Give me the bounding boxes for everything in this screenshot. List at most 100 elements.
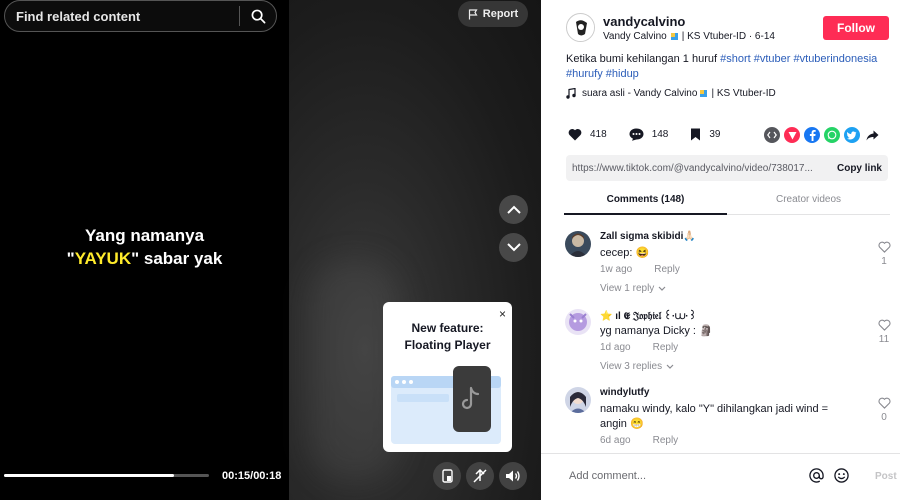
- share-buttons: [764, 127, 880, 143]
- search-button[interactable]: [240, 0, 276, 32]
- search-icon: [251, 9, 265, 23]
- popup-title-line-2: Floating Player: [404, 338, 491, 352]
- report-button[interactable]: Report: [458, 1, 528, 27]
- music-suffix: | KS Vtuber-ID: [711, 88, 776, 99]
- auto-scroll-button[interactable]: [466, 462, 494, 490]
- emoji-icon[interactable]: [834, 468, 849, 483]
- embed-code-icon: [767, 131, 777, 139]
- hashtag-link[interactable]: #short: [720, 53, 751, 65]
- comment-composer: Add comment... Post: [541, 453, 900, 500]
- share-link-url[interactable]: https://www.tiktok.com/@vandycalvino/vid…: [566, 163, 831, 174]
- popup-close-button[interactable]: ×: [499, 308, 506, 320]
- send-to-friends-button[interactable]: [784, 127, 800, 143]
- comment-item: Zall sigma skibidi🙏🏻 cecep: 😆 1w ago Rep…: [565, 231, 895, 301]
- author-subtitle: Vandy Calvino | KS Vtuber-ID · 6-14: [603, 31, 775, 42]
- floating-player-button[interactable]: [433, 462, 461, 490]
- caption-quote-open: ": [66, 249, 75, 268]
- comment-time: 1d ago: [600, 342, 631, 353]
- volume-button[interactable]: [499, 462, 527, 490]
- like-action[interactable]: 418: [568, 128, 607, 141]
- commenter-name[interactable]: Zall sigma skibidi🙏🏻: [600, 231, 696, 242]
- embed-button[interactable]: [764, 127, 780, 143]
- caption-rest: sabar yak: [139, 249, 223, 268]
- progress-bar[interactable]: [4, 474, 209, 477]
- previous-video-button[interactable]: [499, 195, 528, 224]
- video-caption: Yang namanya "YAYUK" sabar yak: [0, 224, 289, 270]
- more-share-button[interactable]: [864, 127, 880, 143]
- whatsapp-icon: [827, 130, 837, 140]
- chevron-down-icon: [506, 243, 521, 252]
- search-box[interactable]: Find related content: [4, 0, 277, 32]
- share-arrow-icon: [866, 130, 878, 140]
- commenter-avatar[interactable]: [565, 231, 591, 257]
- next-video-button[interactable]: [499, 233, 528, 262]
- video-pane: Find related content Yang namanya "YAYUK…: [0, 0, 541, 500]
- heart-icon: [568, 129, 582, 141]
- flag-icon: [468, 8, 478, 19]
- hashtag-link[interactable]: #hurufy: [566, 68, 603, 80]
- author-sub-rest: | KS Vtuber-ID · 6-14: [681, 31, 775, 42]
- comment-like-button[interactable]: 0: [875, 397, 893, 423]
- comment-action[interactable]: 148: [629, 128, 668, 141]
- panel-tabs: Comments (148) Creator videos: [564, 190, 890, 215]
- post-comment-button[interactable]: Post: [875, 471, 897, 482]
- music-title: suara asli - Vandy Calvino: [582, 88, 698, 99]
- caption-line-1: Yang namanya: [84, 226, 205, 245]
- save-count: 39: [709, 129, 721, 140]
- caption-highlight: YAYUK: [74, 249, 132, 268]
- comment-text: namaku windy, kalo "Y" dihilangkan jadi …: [600, 403, 829, 430]
- comment-meta: 1w ago Reply: [600, 264, 680, 275]
- mention-icon[interactable]: [809, 468, 824, 483]
- share-facebook-button[interactable]: [804, 127, 820, 143]
- author-handle[interactable]: vandycalvino: [603, 14, 685, 29]
- commenter-avatar[interactable]: [565, 387, 591, 413]
- music-link[interactable]: suara asli - Vandy Calvino | KS Vtuber-I…: [566, 88, 776, 99]
- follow-button[interactable]: Follow: [823, 16, 889, 40]
- cube-emoji-icon: [670, 33, 678, 40]
- author-avatar-image: [567, 14, 594, 41]
- heart-outline-icon: [877, 241, 891, 253]
- view-replies-button[interactable]: View 3 replies: [600, 361, 674, 372]
- like-count: 418: [590, 129, 607, 140]
- share-twitter-button[interactable]: [844, 127, 860, 143]
- cube-emoji-icon: [700, 90, 708, 97]
- video-description: Ketika bumi kehilangan 1 huruf #short #v…: [566, 52, 886, 82]
- share-whatsapp-button[interactable]: [824, 127, 840, 143]
- popup-title: New feature: Floating Player: [383, 320, 512, 354]
- comment-input[interactable]: Add comment...: [569, 470, 646, 482]
- floating-player-icon: [441, 469, 453, 483]
- heart-outline-icon: [877, 397, 891, 409]
- view-replies-label: View 1 reply: [600, 283, 655, 294]
- tab-creator-videos[interactable]: Creator videos: [727, 190, 890, 214]
- chevron-up-icon: [506, 205, 521, 214]
- commenter-name[interactable]: windylutfy: [600, 387, 649, 398]
- save-action[interactable]: 39: [690, 128, 721, 141]
- report-label: Report: [482, 8, 519, 20]
- reply-button[interactable]: Reply: [653, 342, 679, 353]
- comment-like-button[interactable]: 1: [875, 241, 893, 267]
- comment-like-count: 11: [878, 334, 890, 345]
- comment-like-count: 0: [881, 412, 887, 423]
- view-replies-button[interactable]: View 1 reply: [600, 283, 666, 294]
- volume-icon: [506, 470, 520, 482]
- view-replies-label: View 3 replies: [600, 361, 663, 372]
- copy-link-button[interactable]: Copy link: [831, 163, 888, 174]
- popup-title-line-1: New feature:: [411, 321, 484, 335]
- details-panel: vandycalvino Vandy Calvino | KS Vtuber-I…: [541, 0, 900, 500]
- reply-button[interactable]: Reply: [654, 264, 680, 275]
- commenter-avatar[interactable]: [565, 309, 591, 335]
- hashtag-link[interactable]: #vtuber: [754, 53, 791, 65]
- commenter-name[interactable]: ⭐ ıl 𝕰 𝔍𝔬𝔭𝔥𝔦𝔢𝔩 ꒰·⩊·꒱: [600, 309, 696, 322]
- hashtag-link[interactable]: #vtuberindonesia: [794, 53, 878, 65]
- author-avatar[interactable]: [566, 13, 595, 42]
- author-display-name: Vandy Calvino: [603, 31, 667, 42]
- caption-quote-close: ": [131, 249, 140, 268]
- description-text: Ketika bumi kehilangan 1 huruf: [566, 53, 721, 65]
- comment-like-button[interactable]: 11: [875, 319, 893, 345]
- reply-button[interactable]: Reply: [653, 435, 679, 446]
- twitter-icon: [847, 131, 857, 139]
- tab-comments[interactable]: Comments (148): [564, 190, 727, 215]
- engagement-bar: 418 148 39: [568, 128, 743, 141]
- hashtag-link[interactable]: #hidup: [606, 68, 639, 80]
- search-input[interactable]: Find related content: [5, 9, 239, 24]
